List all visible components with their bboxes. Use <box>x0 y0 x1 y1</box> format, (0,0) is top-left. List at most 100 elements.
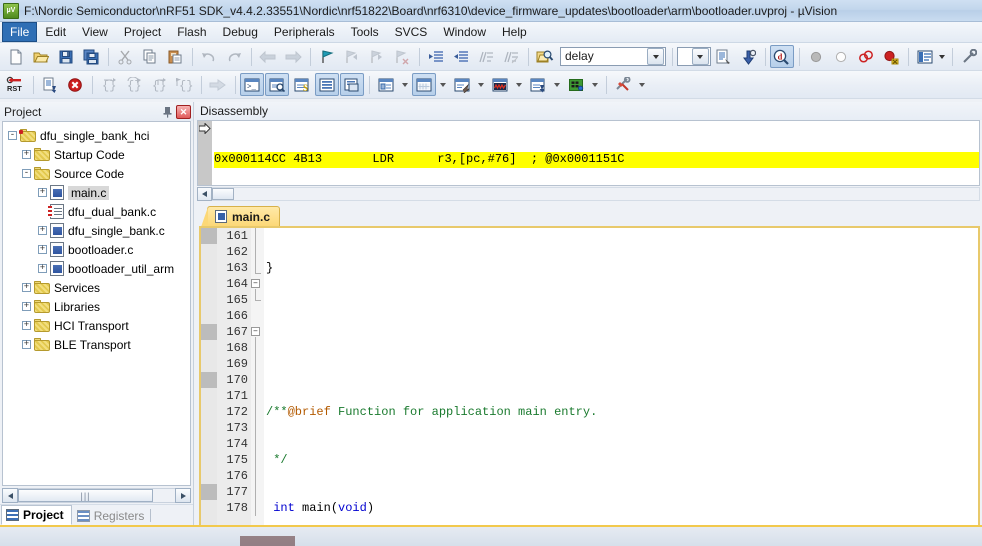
registers-window-icon[interactable] <box>315 73 339 96</box>
target-select[interactable] <box>677 47 711 66</box>
bookmark-next-icon[interactable] <box>365 45 389 68</box>
tree-toggle[interactable]: + <box>38 264 47 273</box>
tab-main-c[interactable]: main.c <box>200 206 281 227</box>
cut-icon[interactable] <box>113 45 137 68</box>
menu-project[interactable]: Project <box>116 22 169 42</box>
manage-components-icon[interactable] <box>913 45 937 68</box>
pin-icon[interactable] <box>160 104 174 119</box>
margin-cell[interactable] <box>201 404 217 420</box>
run-icon[interactable] <box>38 73 62 96</box>
tree-item-hci-transport[interactable]: + HCI Transport <box>6 316 190 335</box>
menu-svcs[interactable]: SVCS <box>387 22 436 42</box>
configure-tools-icon[interactable] <box>957 45 981 68</box>
kill-all-breakpoints-icon[interactable] <box>879 45 903 68</box>
find-in-files-icon[interactable] <box>533 45 557 68</box>
code-line[interactable]: } <box>266 260 978 276</box>
tree-item-startup-code[interactable]: + Startup Code <box>6 145 190 164</box>
editor-fold-column[interactable]: – – <box>251 228 264 546</box>
show-next-statement-icon[interactable] <box>206 73 230 96</box>
margin-cell[interactable] <box>201 292 217 308</box>
tree-toggle[interactable]: + <box>38 245 47 254</box>
stop-icon[interactable] <box>63 73 87 96</box>
margin-cell[interactable] <box>201 356 217 372</box>
outdent-icon[interactable] <box>449 45 473 68</box>
scroll-left-arrow-icon[interactable] <box>2 488 18 503</box>
menu-debug[interactable]: Debug <box>215 22 266 42</box>
tree-toggle[interactable]: + <box>22 283 31 292</box>
system-viewer-icon[interactable] <box>564 73 588 96</box>
symbols-window-icon[interactable]: S <box>290 73 314 96</box>
paste-icon[interactable] <box>163 45 187 68</box>
serial-window-icon[interactable] <box>450 73 474 96</box>
tree-item-services[interactable]: + Services <box>6 278 190 297</box>
tree-toggle[interactable]: + <box>38 226 47 235</box>
margin-marker[interactable] <box>201 324 217 340</box>
disassembly-hscrollbar[interactable] <box>197 186 980 201</box>
tree-item-ble-transport[interactable]: + BLE Transport <box>6 335 190 354</box>
tab-registers[interactable]: Registers <box>72 505 160 525</box>
step-over-icon[interactable]: {} <box>122 73 146 96</box>
menu-flash[interactable]: Flash <box>169 22 214 42</box>
breakpoint-empty-icon[interactable] <box>829 45 853 68</box>
tree-item-bootloader-util-arm[interactable]: + bootloader_util_arm <box>6 259 190 278</box>
margin-cell[interactable] <box>201 276 217 292</box>
margin-cell[interactable] <box>201 388 217 404</box>
tree-toggle[interactable]: + <box>22 321 31 330</box>
menu-file[interactable]: File <box>2 22 38 42</box>
chevron-down-icon[interactable] <box>589 73 600 96</box>
disassembly-window-icon[interactable] <box>265 73 289 96</box>
code-line[interactable] <box>266 356 978 372</box>
fold-toggle[interactable]: – <box>251 327 260 336</box>
close-icon[interactable]: ✕ <box>176 104 191 119</box>
project-tree[interactable]: - dfu_single_bank_hci + Startup Code - S… <box>2 121 191 486</box>
open-folder-icon[interactable] <box>29 45 53 68</box>
scroll-track[interactable] <box>212 186 980 201</box>
tree-toggle[interactable]: + <box>22 302 31 311</box>
chevron-down-icon[interactable] <box>647 48 665 65</box>
configure-target-icon[interactable] <box>736 45 760 68</box>
memory-window-icon[interactable] <box>412 73 436 96</box>
menu-window[interactable]: Window <box>435 22 494 42</box>
step-out-icon[interactable]: {} <box>147 73 171 96</box>
margin-marker[interactable] <box>201 372 217 388</box>
bookmark-toggle-icon[interactable] <box>315 45 339 68</box>
comment-icon[interactable] <box>474 45 498 68</box>
code-line[interactable]: /**@brief Function for application main … <box>266 404 978 420</box>
tree-item-project[interactable]: - dfu_single_bank_hci <box>6 126 190 145</box>
uncomment-icon[interactable] <box>499 45 523 68</box>
navigate-back-icon[interactable] <box>256 45 280 68</box>
margin-cell[interactable] <box>201 436 217 452</box>
chevron-down-icon[interactable] <box>475 73 486 96</box>
code-line[interactable]: */ <box>266 452 978 468</box>
tree-toggle[interactable]: + <box>22 150 31 159</box>
margin-cell[interactable] <box>201 452 217 468</box>
menu-help[interactable]: Help <box>494 22 535 42</box>
call-stack-window-icon[interactable] <box>340 73 364 96</box>
chevron-down-icon[interactable] <box>513 73 524 96</box>
margin-cell[interactable] <box>201 244 217 260</box>
editor-breakpoint-margin[interactable] <box>201 228 217 546</box>
copy-icon[interactable] <box>138 45 162 68</box>
tree-item-dfu-single-bank-c[interactable]: + dfu_single_bank.c <box>6 221 190 240</box>
disable-all-breakpoints-icon[interactable] <box>854 45 878 68</box>
editor-body[interactable]: 161 162 163 164 165 166 167 168 169 170 … <box>199 226 980 546</box>
scroll-right-arrow-icon[interactable] <box>175 488 191 503</box>
debug-session-icon[interactable]: d <box>769 45 794 68</box>
disassembly-body[interactable]: 0x000114CC 4B13 LDR r3,[pc,#76] ; @0x000… <box>197 120 980 186</box>
menu-view[interactable]: View <box>74 22 116 42</box>
search-input[interactable]: delay <box>561 48 647 65</box>
tree-item-dfu-dual-bank-c[interactable]: dfu_dual_bank.c <box>6 202 190 221</box>
watch-window-icon[interactable] <box>374 73 398 96</box>
redo-icon[interactable] <box>222 45 246 68</box>
margin-cell[interactable] <box>201 340 217 356</box>
save-icon[interactable] <box>54 45 78 68</box>
disassembly-gutter[interactable] <box>198 121 212 185</box>
analysis-window-icon[interactable] <box>488 73 512 96</box>
new-file-icon[interactable] <box>4 45 28 68</box>
margin-marker[interactable] <box>201 484 217 500</box>
bookmark-clear-icon[interactable] <box>390 45 414 68</box>
scroll-track[interactable]: ||| <box>18 488 175 503</box>
tree-toggle[interactable]: - <box>8 131 17 140</box>
run-to-cursor-icon[interactable]: {} <box>172 73 196 96</box>
tree-toggle[interactable]: + <box>22 340 31 349</box>
